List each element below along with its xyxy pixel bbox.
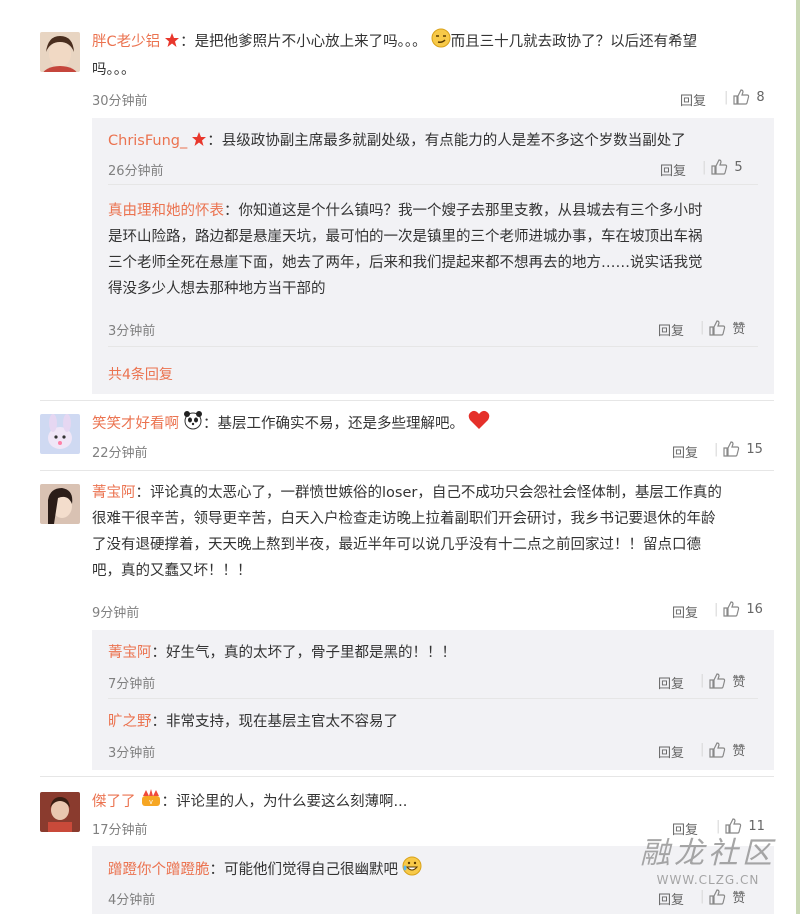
reply-text: 旷之野：非常支持，现在基层主官太不容易了 xyxy=(108,714,398,730)
reply-list: 菁宝阿：好生气，真的太坏了，骨子里都是黑的！！！ 7分钟前 回复 | 赞 旷之野：… xyxy=(92,630,774,770)
avatar[interactable] xyxy=(40,792,80,832)
divider xyxy=(108,184,758,185)
panda-emoji-icon xyxy=(183,410,203,439)
username-link[interactable]: 傑了了 xyxy=(92,794,136,810)
comment-panel: 胖C老少铝 ：是把他爹照片不小心放上来了吗。。。 而且三十几就去政协了？以后还有希望… xyxy=(0,0,796,914)
more-replies-link[interactable]: 共4条回复 xyxy=(108,364,173,384)
comment-text: 傑了了 v ：评论里的人，为什么要这么刻薄啊... xyxy=(92,788,782,817)
timestamp: 9分钟前 xyxy=(92,606,140,621)
crown-badge-icon: v xyxy=(140,788,162,817)
reply-text: ChrisFung_ ：县级政协副主席最多就副处级，有点能力的人是差不多这个岁数当… xyxy=(108,128,768,156)
like-button[interactable]: | 赞 xyxy=(696,318,745,337)
thumbs-up-icon xyxy=(733,89,750,105)
username-link[interactable]: 真由理和她的怀表 xyxy=(108,203,224,219)
username-link[interactable]: 蹭蹬你个蹭蹬脆 xyxy=(108,862,210,878)
thumbs-up-icon xyxy=(709,741,726,758)
scrollbar-track[interactable] xyxy=(796,0,800,914)
reply-button[interactable]: 回复 xyxy=(672,602,698,621)
divider xyxy=(40,400,774,401)
timestamp: 26分钟前 xyxy=(108,164,164,179)
username-link[interactable]: 菁宝阿 xyxy=(108,645,152,661)
reply-button[interactable]: 回复 xyxy=(658,673,684,692)
timestamp: 17分钟前 xyxy=(92,823,148,838)
reply-button[interactable]: 回复 xyxy=(672,442,698,461)
like-button[interactable]: | 15 xyxy=(710,440,763,458)
grin-emoji-icon xyxy=(402,856,422,885)
timestamp: 30分钟前 xyxy=(92,94,148,109)
comment-text: 菁宝阿：评论真的太恶心了，一群愤世嫉俗的loser，自己不成功只会怨社会怪体制，… xyxy=(92,485,722,579)
avatar[interactable] xyxy=(40,414,80,454)
username-link[interactable]: 胖C老少铝 xyxy=(92,34,160,50)
reply-button[interactable]: 回复 xyxy=(680,90,706,109)
star-badge-icon xyxy=(164,31,180,57)
username-link[interactable]: 菁宝阿 xyxy=(92,485,136,501)
reply-button[interactable]: 回复 xyxy=(660,160,686,179)
thumbs-up-icon xyxy=(709,319,726,336)
thumbs-up-icon xyxy=(709,672,726,689)
timestamp: 4分钟前 xyxy=(108,893,156,908)
timestamp: 3分钟前 xyxy=(108,746,156,761)
thumbs-up-icon xyxy=(725,818,742,834)
reply-text: 真由理和她的怀表：你知道这是个什么镇吗？我一个嫂子去那里支教，从县城去有三个多小… xyxy=(108,203,703,297)
thumbs-up-icon xyxy=(723,441,740,457)
like-button[interactable]: | 赞 xyxy=(696,740,745,759)
like-button[interactable]: | 8 xyxy=(720,88,765,106)
like-button[interactable]: | 赞 xyxy=(696,671,745,690)
divider xyxy=(40,470,774,471)
svg-text:v: v xyxy=(149,799,153,806)
reply-button[interactable]: 回复 xyxy=(658,742,684,761)
comment-text: 胖C老少铝 ：是把他爹照片不小心放上来了吗。。。 而且三十几就去政协了？以后还有希望… xyxy=(92,28,782,83)
username-link[interactable]: 笑笑才好看啊 xyxy=(92,416,179,432)
timestamp: 22分钟前 xyxy=(92,446,148,461)
watermark-logo: 融龙社区 WWW.CLZG.CN xyxy=(640,836,776,887)
divider xyxy=(108,698,758,699)
thumbs-up-icon xyxy=(711,159,728,175)
timestamp: 3分钟前 xyxy=(108,324,156,339)
username-link[interactable]: 旷之野 xyxy=(108,714,152,730)
reply-text: 菁宝阿：好生气，真的太坏了，骨子里都是黑的！！！ xyxy=(108,645,456,661)
reply-list: ChrisFung_ ：县级政协副主席最多就副处级，有点能力的人是差不多这个岁数当… xyxy=(92,118,774,394)
avatar[interactable] xyxy=(40,32,80,72)
reply-button[interactable]: 回复 xyxy=(658,320,684,339)
username-link[interactable]: ChrisFung_ xyxy=(108,133,187,149)
heart-emoji-icon xyxy=(468,410,490,439)
timestamp: 7分钟前 xyxy=(108,677,156,692)
like-button[interactable]: | 5 xyxy=(698,158,743,176)
star-badge-icon xyxy=(191,130,207,156)
smirk-emoji-icon xyxy=(431,28,451,57)
divider xyxy=(108,346,758,347)
thumbs-up-icon xyxy=(723,601,740,617)
like-button[interactable]: | 16 xyxy=(710,600,763,618)
avatar[interactable] xyxy=(40,484,80,524)
comment-text: 笑笑才好看啊 ：基层工作确实不易，还是多些理解吧。 xyxy=(92,410,782,439)
like-button[interactable]: | 11 xyxy=(712,817,765,835)
divider xyxy=(40,776,774,777)
